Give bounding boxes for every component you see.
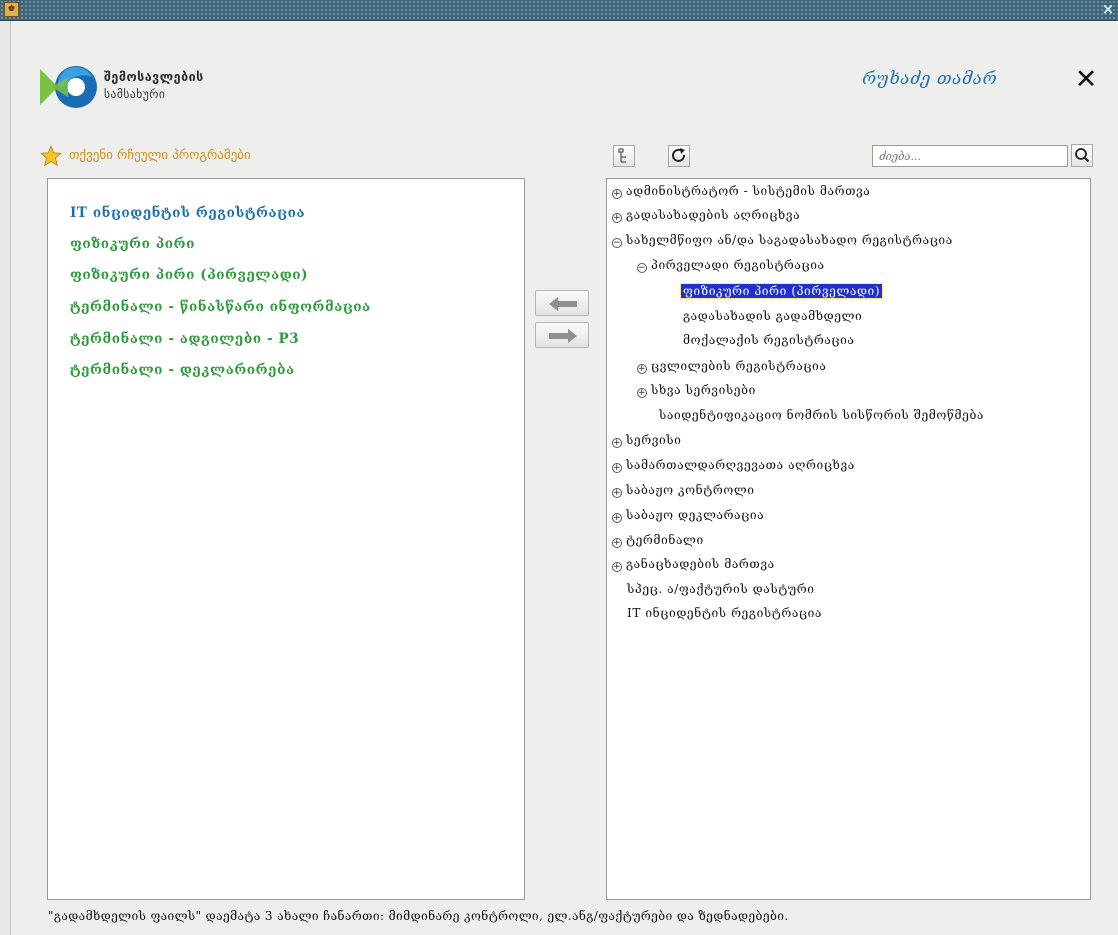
tree-item[interactable]: გადასახადის გადამხდელი [683,305,862,327]
org-name-line1: შემოსავლების [104,69,204,84]
tree-item[interactable]: + ადმინისტრატორ - სისტემის მართვა [612,180,870,202]
favorites-title: თქვენი რჩეული პროგრამები [69,148,251,163]
collapse-icon[interactable]: − [612,238,622,248]
tree-item-label: პირველადი რეგისტრაცია [651,258,825,272]
favorite-item[interactable]: ტერმინალი - ადგილები - P3 [70,331,299,347]
tree-item[interactable]: + საბაჟო კონტროლი [612,479,755,501]
tree-item-label: სხვა სერვისები [651,383,756,397]
tree-item-label: საიდენტიფიკაციო ნომრის სისწორის შემოწმებ… [659,408,985,422]
arrow-right-icon [549,329,577,343]
tree-item[interactable]: IT ინციდენტის რეგისტრაცია [627,602,822,624]
tree-item-selected[interactable]: ფიზიკური პირი (პირველადი) [679,280,884,302]
tree-item[interactable]: + ტერმინალი [612,529,704,551]
tree-item[interactable]: მოქალაქის რეგისტრაცია [683,329,855,351]
tree-item-label: მოქალაქის რეგისტრაცია [683,333,855,347]
expand-icon[interactable]: + [612,438,622,448]
tree-item[interactable]: + სხვა სერვისები [637,379,756,401]
tree-item-label: საბაჟო დეკლარაცია [626,508,765,522]
expand-icon[interactable]: + [612,562,622,572]
tree-item[interactable]: + სამართალდარღვევათა აღრიცხვა [612,454,855,476]
favorite-item[interactable]: ფიზიკური პირი [70,236,195,252]
favorite-item[interactable]: ტერმინალი - წინასწარი ინფორმაცია [70,299,371,315]
star-icon [40,145,62,167]
expand-icon[interactable]: + [637,364,647,374]
collapse-icon[interactable]: − [637,263,647,273]
tree-item[interactable]: + გადასახადების აღრიცხვა [612,204,800,226]
tree-item[interactable]: − პირველადი რეგისტრაცია [637,254,825,276]
expand-icon[interactable]: + [612,213,622,223]
tree-item[interactable]: − სახელმწიფო ან/და საგადასახადო რეგისტრაც… [612,229,953,251]
tree-item-label: ტერმინალი [626,533,704,547]
tree-item[interactable]: + ცვლილების რეგისტრაცია [637,355,826,377]
expand-icon[interactable]: + [612,488,622,498]
tree-item-label: ფიზიკური პირი (პირველადი) [679,283,884,299]
search-button[interactable] [1071,144,1093,167]
refresh-icon [672,148,685,162]
tree-item-label: გადასახადების აღრიცხვა [626,208,801,222]
favorite-item[interactable]: ტერმინალი - დეკლარირება [70,362,295,378]
add-to-favorites-button[interactable] [535,322,589,348]
logout-button[interactable]: ✕ [1072,66,1100,94]
window-close-button[interactable]: × [1100,1,1116,17]
tree-item-label: სამართალდარღვევათა აღრიცხვა [626,458,855,472]
title-bar: ♚ × [0,0,1118,21]
revenue-service-logo [40,66,97,108]
tree-item[interactable]: + განაცხადების მართვა [612,553,775,575]
collapse-tree-button[interactable] [613,145,635,167]
tree-item-label: ადმინისტრატორ - სისტემის მართვა [626,184,871,198]
refresh-button[interactable] [668,145,690,167]
expand-icon[interactable]: + [612,513,622,523]
tree-structure-icon [618,148,626,163]
favorite-item[interactable]: IT ინციდენტის რეგისტრაცია [70,205,305,221]
tree-item-label: ცვლილების რეგისტრაცია [651,359,827,373]
org-name-line2: სამსახური [104,87,166,101]
tree-item-label: სპეც. ა/ფაქტურის დასტური [627,582,815,596]
expand-icon[interactable]: + [612,189,622,199]
tree-item[interactable]: + საბაჟო დეკლარაცია [612,504,764,526]
search-input[interactable] [872,145,1068,167]
search-icon [1075,148,1090,163]
tree-item-label: სერვისი [626,433,682,447]
window-left-edge [0,21,11,935]
favorites-list: IT ინციდენტის რეგისტრაცია ფიზიკური პირი … [47,178,525,900]
expand-icon[interactable]: + [612,463,622,473]
program-tree: + ადმინისტრატორ - სისტემის მართვა + გადასა… [606,178,1091,900]
tree-item[interactable]: + სერვისი [612,429,682,451]
app-icon: ♚ [4,2,19,17]
expand-icon[interactable]: + [637,388,647,398]
news-note: "გადამხდელის ფაილს" დაემატა 3 ახალი ჩანა… [48,909,789,923]
tree-item-label: გადასახადის გადამხდელი [683,309,863,323]
expand-icon[interactable]: + [612,538,622,548]
arrow-left-icon [549,297,577,311]
remove-from-favorites-button[interactable] [535,290,589,316]
tree-item-label: საბაჟო კონტროლი [626,483,755,497]
tree-item[interactable]: საიდენტიფიკაციო ნომრის სისწორის შემოწმებ… [659,404,984,426]
tree-item-label: IT ინციდენტის რეგისტრაცია [627,606,823,620]
tree-item-label: განაცხადების მართვა [626,557,775,571]
tree-item[interactable]: სპეც. ა/ფაქტურის დასტური [627,578,815,600]
current-user-name: რუხაძე თამარ [862,69,998,89]
tree-item-label: სახელმწიფო ან/და საგადასახადო რეგისტრაცი… [626,233,953,247]
favorite-item[interactable]: ფიზიკური პირი (პირველადი) [70,267,308,283]
